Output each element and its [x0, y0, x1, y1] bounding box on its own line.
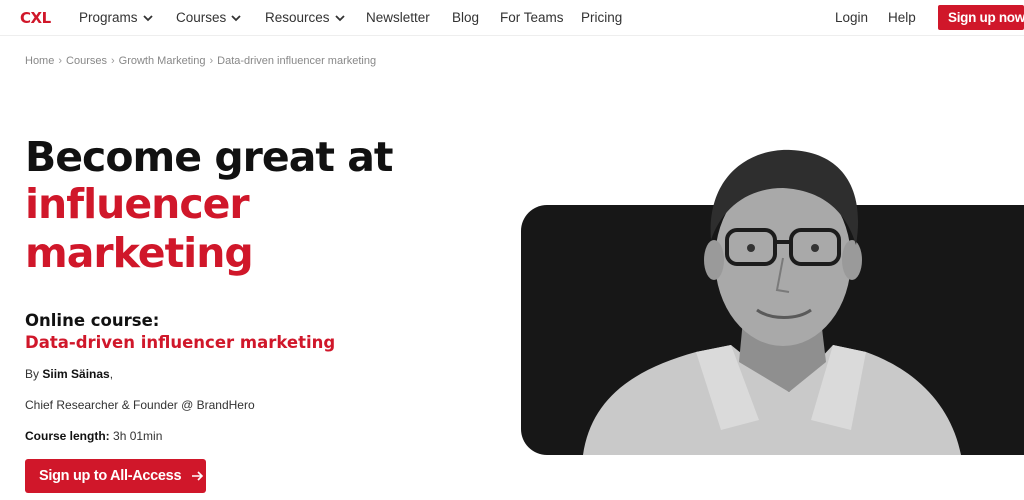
nav-blog[interactable]: Blog	[452, 10, 479, 25]
cxl-logo[interactable]: CXL	[20, 9, 51, 27]
nav-courses[interactable]: Courses	[176, 10, 241, 25]
nav-pricing[interactable]: Pricing	[581, 10, 622, 25]
top-navigation: CXL Programs Courses Resources Newslette…	[0, 0, 1024, 36]
signup-all-access-button[interactable]: Sign up to All-Access	[25, 459, 206, 493]
breadcrumb-current: Data-driven influencer marketing	[217, 55, 377, 67]
hero-title-line-3: marketing	[25, 229, 254, 277]
chevron-down-icon	[334, 15, 345, 22]
breadcrumb-home[interactable]: Home	[25, 55, 54, 67]
author-line: By Siim Säinas,	[25, 367, 113, 381]
course-name: Data-driven influencer marketing	[25, 333, 336, 352]
nav-courses-label: Courses	[176, 10, 227, 25]
author-prefix: By	[25, 367, 40, 381]
course-type-label: Online course:	[25, 311, 160, 330]
nav-resources[interactable]: Resources	[265, 10, 345, 25]
course-length-label: Course length:	[25, 429, 110, 443]
chevron-down-icon	[231, 15, 241, 22]
course-length-value: 3h 01min	[113, 429, 163, 443]
breadcrumb-separator: ›	[58, 55, 63, 67]
nav-programs[interactable]: Programs	[79, 10, 153, 25]
hero-title-line-1: Become great at	[25, 133, 394, 181]
arrow-right-icon	[191, 471, 204, 481]
author-suffix: ,	[109, 367, 114, 381]
cta-label: Sign up to All-Access	[39, 468, 182, 484]
breadcrumb-growth-marketing[interactable]: Growth Marketing	[119, 55, 206, 67]
signup-now-button[interactable]: Sign up now	[938, 5, 1024, 30]
login-link[interactable]: Login	[835, 10, 868, 25]
breadcrumb-separator: ›	[110, 55, 115, 67]
breadcrumb-separator: ›	[209, 55, 214, 67]
instructor-portrait	[583, 149, 961, 455]
nav-for-teams[interactable]: For Teams	[500, 10, 564, 25]
chevron-down-icon	[142, 15, 153, 22]
breadcrumb-courses[interactable]: Courses	[66, 55, 107, 67]
nav-newsletter[interactable]: Newsletter	[366, 10, 430, 25]
help-link[interactable]: Help	[888, 10, 916, 25]
nav-programs-label: Programs	[79, 10, 138, 25]
author-role: Chief Researcher & Founder @ BrandHero	[25, 398, 255, 412]
nav-resources-label: Resources	[265, 10, 330, 25]
course-length: Course length: 3h 01min	[25, 429, 162, 443]
breadcrumb: Home › Courses › Growth Marketing › Data-drive…	[25, 55, 376, 67]
hero-title-line-2: influencer	[25, 180, 250, 228]
author-name: Siim Säinas	[42, 367, 110, 381]
